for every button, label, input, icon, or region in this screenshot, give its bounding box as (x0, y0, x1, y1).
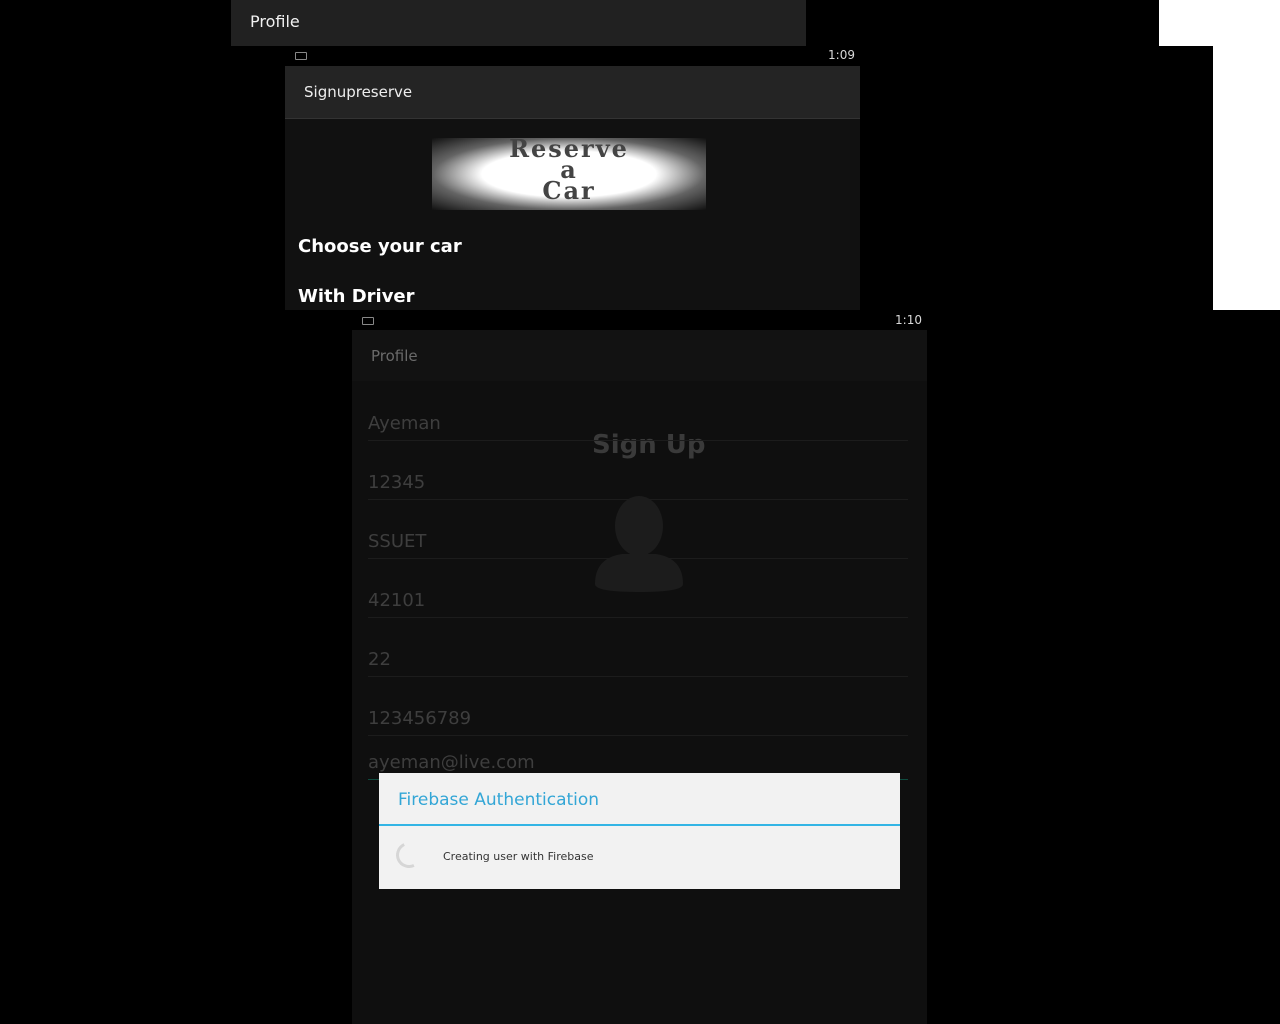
age-field[interactable]: 22 (368, 636, 908, 677)
profile-window: Profile Sign Up Ayeman 12345 SSUET 42101… (352, 330, 927, 1024)
loading-spinner-icon (392, 838, 426, 872)
code-value: 42101 (368, 590, 426, 611)
profile-bar-title: Profile (250, 12, 300, 31)
signupreserve-window: Signupreserve Reserve a Car Choose your … (285, 66, 860, 310)
reserve-a-car-logo: Reserve a Car (432, 137, 706, 210)
keyboard-icon (295, 52, 307, 60)
university-value: SSUET (368, 531, 427, 552)
profile-title-bar: Profile (231, 0, 806, 46)
email-value: ayeman@live.com (368, 752, 535, 773)
name-value: Ayeman (368, 413, 441, 434)
password-field[interactable]: 12345 (368, 459, 908, 500)
status-time: 1:10 (895, 313, 922, 327)
action-bar-title: Profile (371, 347, 418, 365)
status-bar: 1:10 (352, 310, 927, 330)
keyboard-icon (362, 317, 374, 325)
phone-value: 123456789 (368, 708, 472, 729)
name-field[interactable]: Ayeman (368, 400, 908, 441)
university-field[interactable]: SSUET (368, 518, 908, 559)
age-value: 22 (368, 649, 391, 670)
status-bar: 1:09 (285, 46, 860, 66)
status-time: 1:09 (828, 48, 855, 62)
white-panel-side (1213, 46, 1280, 310)
dialog-divider (379, 824, 900, 826)
firebase-auth-dialog: Firebase Authentication Creating user wi… (379, 773, 900, 889)
dialog-title: Firebase Authentication (398, 790, 600, 810)
password-value: 12345 (368, 472, 426, 493)
phone-field[interactable]: 123456789 (368, 695, 908, 736)
action-bar: Profile (352, 330, 927, 381)
action-bar-title: Signupreserve (304, 83, 413, 101)
choose-car-option[interactable]: Choose your car (298, 236, 462, 257)
white-panel-top (1159, 0, 1280, 46)
code-field[interactable]: 42101 (368, 577, 908, 618)
action-bar: Signupreserve (285, 66, 860, 119)
logo-line: Car (542, 176, 596, 205)
dialog-message: Creating user with Firebase (443, 850, 594, 863)
with-driver-option[interactable]: With Driver (298, 286, 415, 307)
